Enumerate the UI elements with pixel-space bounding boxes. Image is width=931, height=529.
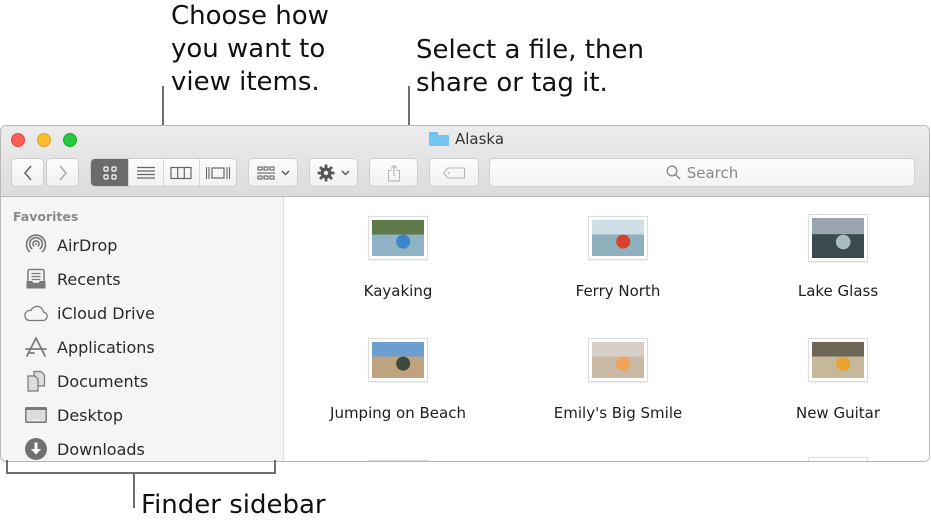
photo-thumbnail [369, 339, 427, 381]
finder-window: Alaska Search Favorites AirDrop Recents … [0, 125, 930, 462]
list-view-button[interactable] [129, 159, 164, 186]
sidebar-item-desktop[interactable]: Desktop [23, 402, 123, 428]
chevron-left-icon [23, 164, 32, 181]
file-name: Ferry North [575, 282, 661, 300]
file-name: Jumping on Beach [330, 404, 466, 422]
sidebar-callout-bracket-right [274, 460, 276, 474]
sidebar-item-applications[interactable]: Applications [23, 334, 155, 360]
sidebar-item-recents[interactable]: Recents [23, 266, 121, 292]
airdrop-icon [23, 233, 49, 257]
file-name: Emily's Big Smile [553, 404, 683, 422]
chevron-down-icon [341, 170, 350, 175]
folder-icon [429, 132, 449, 146]
view-mode-control [90, 158, 237, 187]
minimize-button[interactable] [37, 133, 51, 147]
search-placeholder: Search [686, 163, 739, 182]
file-icon-grid: Kayaking Ferry North Lake Glass Jumping … [285, 197, 929, 462]
gallery-icon [205, 166, 230, 179]
file-item[interactable]: Kayaking [288, 217, 508, 300]
title-bar: Alaska Search [1, 126, 929, 197]
sidebar-item-label: AirDrop [57, 235, 118, 255]
share-icon [387, 164, 400, 182]
forward-button[interactable] [46, 158, 79, 187]
sidebar-item-label: Documents [57, 371, 149, 391]
icloud-icon [23, 301, 49, 325]
photo-thumbnail [589, 217, 647, 259]
file-item[interactable]: Emily's Big Smile [508, 339, 728, 422]
sidebar-callout-bracket [6, 472, 276, 474]
recents-icon [23, 267, 49, 291]
columns-icon [170, 166, 192, 179]
sidebar-item-icloud-drive[interactable]: iCloud Drive [23, 300, 155, 326]
documents-icon [23, 369, 49, 393]
file-name: Kayaking [363, 282, 433, 300]
file-item[interactable]: New Guitar [728, 339, 929, 422]
share-button[interactable] [369, 158, 418, 187]
grid-icon [103, 165, 117, 180]
share-tag-callout: Select a file, then share or tag it. [416, 35, 644, 98]
sidebar-item-label: Recents [57, 269, 121, 289]
desktop-icon [23, 403, 49, 427]
sidebar-item-label: Applications [57, 337, 155, 357]
file-name: New Guitar [795, 404, 881, 422]
gallery-view-button[interactable] [200, 159, 236, 186]
list-icon [137, 166, 156, 179]
column-view-button[interactable] [164, 159, 200, 186]
action-button[interactable] [309, 158, 358, 187]
finder-sidebar: Favorites AirDrop Recents iCloud Drive A… [1, 197, 284, 461]
zoom-button[interactable] [63, 133, 77, 147]
back-button[interactable] [11, 158, 44, 187]
favorites-header: Favorites [13, 209, 79, 224]
window-title-text: Alaska [455, 130, 505, 148]
search-field[interactable]: Search [489, 158, 915, 187]
sidebar-item-label: iCloud Drive [57, 303, 155, 323]
file-item[interactable]: Jumping on Beach [288, 339, 508, 422]
sidebar-item-label: Downloads [57, 439, 145, 459]
photo-thumbnail-partial [809, 458, 867, 461]
sidebar-callout-bracket-left [6, 460, 8, 474]
sidebar-item-label: Desktop [57, 405, 123, 425]
sidebar-callout: Finder sidebar [141, 490, 326, 520]
file-name: Lake Glass [797, 282, 879, 300]
chevron-down-icon [281, 170, 289, 175]
sidebar-callout-line [133, 472, 135, 508]
photo-thumbnail [589, 339, 647, 381]
sidebar-item-downloads[interactable]: Downloads [23, 436, 145, 461]
sidebar-item-airdrop[interactable]: AirDrop [23, 232, 117, 258]
photo-thumbnail [369, 217, 427, 259]
group-by-icon [256, 166, 275, 179]
applications-icon [23, 335, 49, 359]
search-icon [666, 165, 681, 180]
group-by-button[interactable] [248, 158, 298, 187]
view-options-callout: Choose how you want to view items. [171, 1, 329, 97]
photo-thumbnail-partial [369, 461, 427, 462]
downloads-icon [23, 437, 49, 461]
photo-thumbnail [809, 215, 867, 261]
tag-button[interactable] [429, 158, 479, 187]
chevron-right-icon [58, 164, 67, 181]
sidebar-item-documents[interactable]: Documents [23, 368, 148, 394]
gear-icon [317, 164, 335, 181]
window-title: Alaska [429, 129, 504, 149]
photo-thumbnail [809, 339, 867, 381]
tag-icon [442, 166, 466, 179]
icon-view-button[interactable] [91, 159, 130, 186]
file-item[interactable]: Lake Glass [728, 215, 929, 300]
file-item[interactable]: Ferry North [508, 217, 728, 300]
close-button[interactable] [11, 133, 25, 147]
